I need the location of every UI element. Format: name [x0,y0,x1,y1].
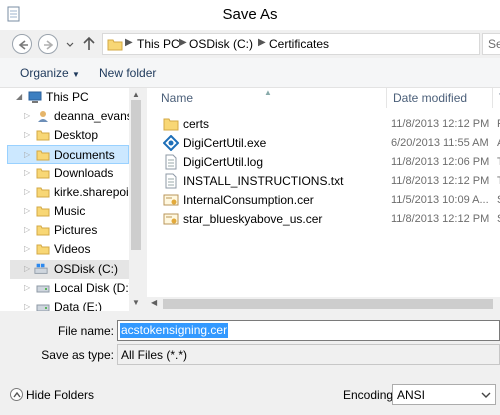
file-row[interactable]: star_blueskyabove_us.cer 11/8/2013 12:12… [147,210,500,229]
nav-item-downloads[interactable]: ▷ Downloads [24,164,129,183]
nav-item-user[interactable]: ▷ deanna_evans@ [24,107,143,126]
folder-icon [36,187,50,198]
encoding-select[interactable]: ANSI [392,384,496,405]
breadcrumb-separator-icon: ▶ [179,37,187,48]
scroll-up-arrow-icon[interactable]: ▲ [132,90,140,99]
collapsed-chevron-icon: ▷ [24,225,31,234]
address-row: ▶ This PC ▶ OSDisk (C:) ▶ Certificates S… [0,30,500,58]
nav-item-pictures[interactable]: ▷ Pictures [24,221,129,240]
folder-icon [36,206,50,217]
certificate-icon [163,213,179,225]
column-header-name[interactable]: Name [155,88,387,108]
save-as-type-select[interactable]: All Files (*.*) [117,344,500,365]
scrollbar-thumb[interactable] [131,100,141,250]
folder-icon [107,39,123,51]
search-input[interactable]: Se [482,33,500,55]
drive-icon [36,285,50,293]
nav-item-this-pc[interactable]: ◢ This PC [16,88,129,107]
collapsed-chevron-icon: ▷ [24,187,31,196]
collapsed-chevron-icon: ▷ [24,283,31,292]
navigation-scrollbar[interactable]: ▲ ▼ [129,88,143,311]
file-row[interactable]: InternalConsumption.cer 11/5/2013 10:09 … [147,191,500,210]
scroll-left-arrow-icon[interactable]: ◀ [151,298,157,307]
recent-locations-dropdown-icon[interactable] [64,37,76,51]
breadcrumb-osdisk[interactable]: OSDisk (C:) [189,37,253,51]
drive-icon [36,304,50,311]
collapsed-chevron-icon: ▷ [24,168,31,177]
folder-icon [36,244,50,255]
collapsed-chevron-icon: ▷ [24,244,31,253]
folder-icon [36,130,50,141]
folder-icon [163,118,179,131]
computer-icon [28,91,42,103]
nav-item-sharepoint[interactable]: ▷ kirke.sharepoint. [24,183,142,202]
encoding-label: Encoding: [343,388,397,402]
navigation-pane: ◢ This PC ▷ deanna_evans@ ▷ Desktop ▷ Do… [0,88,143,311]
new-folder-button[interactable]: New folder [99,66,156,80]
collapsed-chevron-icon: ▷ [24,302,31,311]
up-folder-icon[interactable] [82,36,96,52]
command-bar: Organize ▼ New folder [0,58,500,88]
collapsed-chevron-icon: ▷ [24,130,31,139]
forward-button[interactable] [38,34,58,54]
file-name-label: File name: [57,324,114,338]
collapsed-chevron-icon: ▷ [24,111,31,120]
collapsed-chevron-icon: ▷ [24,264,31,273]
breadcrumb-separator-icon: ▶ [258,37,266,48]
digicert-app-icon [163,135,179,151]
chevron-down-icon [481,392,491,398]
breadcrumb-separator-icon: ▶ [125,37,133,48]
collapsed-chevron-icon: ▷ [24,206,31,215]
user-folder-icon [38,111,48,122]
folder-icon [36,168,50,179]
nav-item-osdisk[interactable]: ▷ OSDisk (C:) [10,260,129,279]
windows-drive-icon [34,263,48,274]
save-form: File name: acstokensigning.cer Save as t… [0,311,500,371]
forward-arrow-icon [44,40,54,50]
file-row[interactable]: certs 11/8/2013 12:12 PM F [147,115,500,134]
hide-folders-button[interactable]: Hide Folders [10,388,94,402]
nav-item-data-e[interactable]: ▷ Data (E:) [24,298,129,311]
nav-item-music[interactable]: ▷ Music [24,202,129,221]
back-arrow-icon [18,40,28,50]
save-as-type-label: Save as type: [41,348,114,362]
column-header-date-modified[interactable]: Date modified [387,88,493,108]
back-button[interactable] [12,34,32,54]
bottom-bar: Hide Folders Encoding: ANSI [0,371,500,415]
folder-icon [36,225,50,236]
scroll-down-arrow-icon[interactable]: ▼ [132,298,140,307]
scrollbar-thumb[interactable] [163,299,493,309]
text-file-icon [165,173,177,189]
file-row[interactable]: DigiCertUtil.log 11/8/2013 12:06 PM T [147,153,500,172]
nav-item-videos[interactable]: ▷ Videos [24,240,129,259]
expanded-chevron-icon: ◢ [16,92,23,101]
collapsed-chevron-icon: ▷ [24,150,31,159]
address-bar[interactable]: ▶ This PC ▶ OSDisk (C:) ▶ Certificates [102,33,480,55]
nav-item-documents[interactable]: ▷ Documents [7,145,129,164]
window-title: Save As [222,6,278,23]
breadcrumb-this-pc[interactable]: This PC [137,37,180,51]
certificate-icon [163,194,179,206]
organize-button[interactable]: Organize ▼ [20,66,80,80]
column-header-type[interactable]: T [493,88,500,108]
file-list: ▲ Name Date modified T certs 11/8/2013 1… [147,88,500,311]
file-list-horizontal-scrollbar[interactable]: ◀ [147,297,500,311]
file-row[interactable]: INSTALL_INSTRUCTIONS.txt 11/8/2013 12:12… [147,172,500,191]
file-name-field[interactable]: acstokensigning.cer [117,320,500,341]
file-name-selected-text: acstokensigning.cer [120,323,229,338]
collapse-icon [10,388,23,401]
folder-icon [36,150,50,161]
chevron-down-icon: ▼ [72,70,80,79]
breadcrumb-certificates[interactable]: Certificates [269,37,329,51]
text-file-icon [165,154,177,170]
nav-item-local-disk-d[interactable]: ▷ Local Disk (D:) [24,279,133,298]
title-bar: Save As [0,0,500,30]
nav-item-desktop[interactable]: ▷ Desktop [24,126,129,145]
file-row[interactable]: DigiCertUtil.exe 6/20/2013 11:55 AM A [147,134,500,153]
